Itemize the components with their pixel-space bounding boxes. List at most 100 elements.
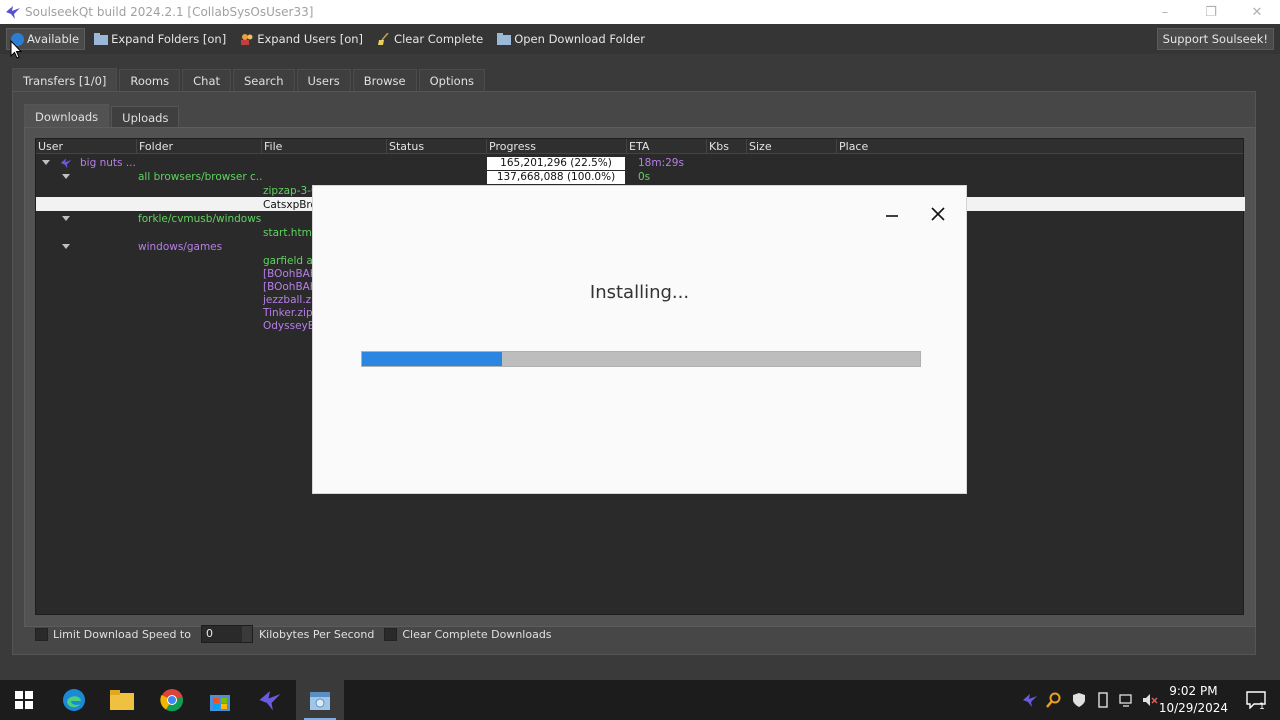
soulseek-tray-icon[interactable] [1022, 692, 1038, 708]
table-row[interactable]: all browsers/browser c... 137,668,088 (1… [36, 170, 1243, 184]
file-name: zipzap-3-0 [263, 185, 313, 197]
mouse-cursor-icon [10, 40, 22, 59]
limit-speed-checkbox[interactable] [35, 627, 48, 641]
start-button[interactable] [0, 680, 48, 720]
main-tabs: Transfers [1/0] Rooms Chat Search Users … [12, 68, 487, 92]
speed-stepper[interactable]: 0 [200, 625, 253, 643]
column-eta[interactable]: ETA [626, 139, 706, 154]
stepper-arrows-icon[interactable] [241, 626, 252, 642]
chrome-taskbar-button[interactable] [148, 680, 196, 720]
install-progress-bar [361, 351, 921, 367]
file-name: [BOohBAh [263, 268, 313, 280]
expand-users-label: Expand Users [on] [257, 32, 364, 46]
file-name: jezzball.zip [263, 294, 313, 306]
restore-button[interactable]: ❐ [1188, 0, 1234, 24]
file-name: CatsxpBro [263, 199, 313, 211]
installing-message: Installing... [589, 282, 690, 303]
column-status[interactable]: Status [386, 139, 486, 154]
soulseek-bird-icon [60, 158, 72, 169]
open-download-folder-button[interactable]: Open Download Folder [492, 28, 650, 50]
expand-users-button[interactable]: Expand Users [on] [235, 28, 368, 50]
installing-dialog: Installing... [312, 185, 967, 494]
close-icon[interactable] [928, 204, 948, 224]
soulseek-bird-icon [6, 6, 20, 19]
file-name: Tinker.zip [263, 307, 313, 319]
installer-icon [310, 692, 330, 710]
column-user[interactable]: User [36, 139, 136, 154]
usb-icon[interactable] [1095, 692, 1111, 708]
clear-complete-checkbox[interactable] [384, 627, 398, 641]
network-icon[interactable] [1119, 692, 1135, 708]
windows-logo-icon [15, 691, 33, 709]
column-size[interactable]: Size [746, 139, 836, 154]
expand-arrow-icon[interactable] [62, 216, 70, 221]
tab-rooms[interactable]: Rooms [119, 69, 181, 91]
file-explorer-taskbar-button[interactable] [98, 680, 146, 720]
column-progress[interactable]: Progress [486, 139, 626, 154]
toolbar: Available Expand Folders [on] Expand Use… [0, 24, 1280, 54]
table-header: User Folder File Status Progress ETA Kbs… [36, 139, 1243, 154]
expand-arrow-icon[interactable] [42, 160, 50, 165]
user-progress: 165,201,296 (22.5%) [487, 157, 625, 170]
folder-icon [94, 33, 109, 45]
tab-users[interactable]: Users [296, 69, 351, 91]
tab-options[interactable]: Options [418, 69, 485, 91]
folder-name: windows/games [138, 241, 223, 253]
tab-chat[interactable]: Chat [182, 69, 231, 91]
clock-date: 10/29/2024 [1158, 701, 1228, 715]
soulseek-taskbar-button[interactable] [246, 680, 294, 720]
install-progress-fill [362, 352, 502, 366]
available-label: Available [27, 32, 80, 46]
notification-count: 1 [1259, 702, 1265, 712]
folder-icon [110, 690, 134, 710]
window-title: SoulseekQt build 2024.2.1 [CollabSysOsUs… [25, 5, 314, 19]
folder-name: all browsers/browser c... [138, 171, 262, 183]
expand-arrow-icon[interactable] [62, 244, 70, 249]
clock-time: 9:02 PM [1169, 684, 1218, 698]
store-taskbar-button[interactable] [196, 680, 244, 720]
expand-folders-label: Expand Folders [on] [111, 32, 227, 46]
support-soulseek-button[interactable]: Support Soulseek! [1156, 28, 1274, 50]
folder-eta: 0s [638, 171, 651, 183]
minimize-icon[interactable] [882, 206, 902, 226]
store-bag-icon [210, 695, 230, 711]
tab-transfers[interactable]: Transfers [1/0] [12, 68, 118, 92]
broom-icon [378, 33, 389, 45]
search-tray-icon[interactable] [1046, 692, 1062, 708]
unit-label: Kilobytes Per Second [258, 627, 375, 641]
speed-value: 0 [205, 627, 213, 640]
file-name: garfield at [263, 255, 313, 267]
expand-arrow-icon[interactable] [62, 174, 70, 179]
tab-downloads[interactable]: Downloads [24, 104, 110, 128]
column-file[interactable]: File [261, 139, 386, 154]
column-folder[interactable]: Folder [136, 139, 261, 154]
edge-taskbar-button[interactable] [50, 680, 98, 720]
clear-complete-downloads-label: Clear Complete Downloads [402, 627, 552, 641]
folder-icon [497, 33, 512, 45]
tab-uploads[interactable]: Uploads [111, 106, 180, 128]
table-row[interactable]: big nuts ... 165,201,296 (22.5%) 18m:29s [36, 156, 1243, 170]
close-button[interactable]: ✕ [1234, 0, 1280, 24]
column-place[interactable]: Place [836, 139, 936, 154]
system-clock[interactable]: 9:02 PM 10/29/2024 [1159, 683, 1228, 717]
bottom-controls: Limit Download Speed to 0 Kilobytes Per … [35, 625, 552, 643]
notification-center-button[interactable]: 1 [1232, 680, 1280, 720]
column-kbs[interactable]: Kbs [706, 139, 746, 154]
open-download-folder-label: Open Download Folder [514, 32, 645, 46]
users-icon [241, 34, 253, 45]
volume-muted-icon[interactable] [1142, 692, 1158, 708]
tab-browse[interactable]: Browse [352, 69, 417, 91]
installer-taskbar-button[interactable] [296, 680, 344, 720]
transfer-subtabs: Downloads Uploads [24, 104, 181, 128]
folder-progress: 137,668,088 (100.0%) [487, 171, 625, 184]
expand-folders-button[interactable]: Expand Folders [on] [89, 28, 231, 50]
soulseek-bird-icon [259, 691, 281, 711]
file-name: start.html [263, 227, 313, 239]
file-name: [BOohBAh [263, 281, 313, 293]
taskbar: 9:02 PM 10/29/2024 1 [0, 680, 1280, 720]
edge-icon [63, 689, 85, 711]
clear-complete-button[interactable]: Clear Complete [372, 28, 488, 50]
shield-icon[interactable] [1071, 692, 1087, 708]
minimize-button[interactable]: – [1142, 0, 1188, 24]
tab-search[interactable]: Search [233, 69, 295, 91]
